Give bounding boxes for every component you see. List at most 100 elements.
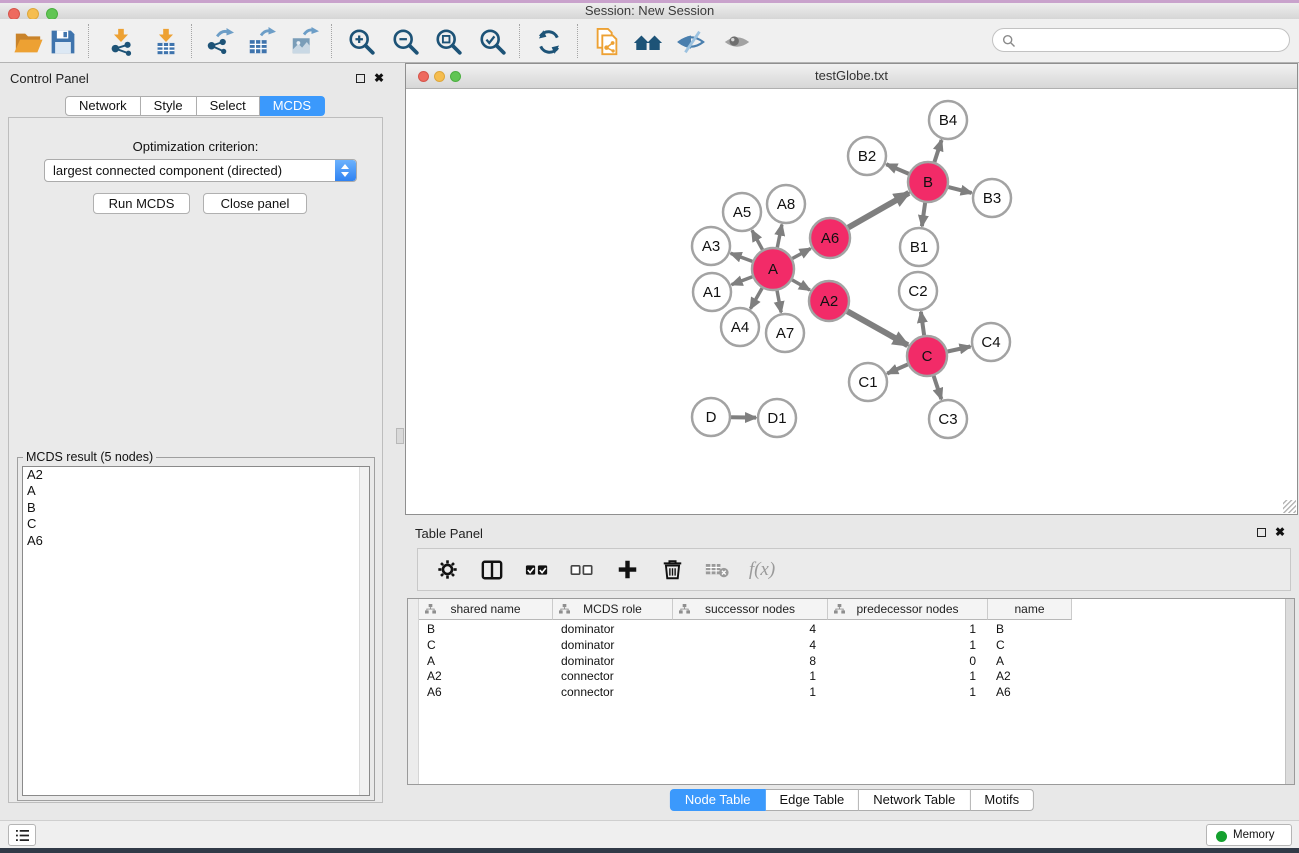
export-table-icon[interactable]: [245, 26, 277, 58]
refresh-layout-icon[interactable]: [533, 26, 565, 58]
search-input[interactable]: [1021, 30, 1281, 50]
edge-B-B2[interactable]: [886, 164, 908, 174]
edge-A-A5[interactable]: [752, 230, 762, 249]
select-all-icon[interactable]: [525, 558, 549, 582]
delete-column-icon[interactable]: [660, 558, 684, 582]
node-C2[interactable]: C2: [899, 272, 937, 310]
node-A5[interactable]: A5: [723, 193, 761, 231]
result-item[interactable]: A: [23, 483, 369, 499]
edge-A-A6[interactable]: [792, 249, 810, 259]
edge-A-A3[interactable]: [731, 253, 753, 261]
node-B3[interactable]: B3: [973, 179, 1011, 217]
column-header-predecessor-nodes[interactable]: predecessor nodes: [828, 599, 988, 620]
edge-A6-B[interactable]: [848, 193, 909, 228]
node-B[interactable]: B: [908, 162, 948, 202]
table-row[interactable]: Adominator80A: [419, 654, 1072, 670]
edge-C-C1[interactable]: [887, 364, 908, 373]
edge-B-B3[interactable]: [948, 187, 971, 193]
node-B1[interactable]: B1: [900, 228, 938, 266]
criterion-dropdown[interactable]: largest connected component (directed): [44, 159, 357, 182]
task-history-button[interactable]: [8, 824, 36, 846]
delete-table-icon[interactable]: [705, 558, 729, 582]
table-row[interactable]: Cdominator41C: [419, 638, 1072, 654]
table-row[interactable]: A2connector11A2: [419, 669, 1072, 685]
network-window-titlebar[interactable]: testGlobe.txt: [406, 64, 1297, 89]
node-C1[interactable]: C1: [849, 363, 887, 401]
edge-A-A2[interactable]: [792, 280, 810, 290]
edge-B-B1[interactable]: [922, 203, 925, 226]
edge-A-A7[interactable]: [777, 291, 781, 313]
function-builder-icon[interactable]: f(x): [750, 558, 774, 582]
tab-style[interactable]: Style: [141, 96, 197, 116]
table-tab-motifs[interactable]: Motifs: [970, 789, 1034, 811]
tab-mcds[interactable]: MCDS: [260, 96, 325, 116]
table-tab-edge-table[interactable]: Edge Table: [765, 789, 859, 811]
edge-A-A8[interactable]: [777, 225, 782, 248]
network-minimize-button[interactable]: [434, 71, 445, 82]
close-panel-button[interactable]: Close panel: [203, 193, 307, 214]
run-mcds-button[interactable]: Run MCDS: [93, 193, 190, 214]
zoom-selected-icon[interactable]: [477, 26, 509, 58]
node-A4[interactable]: A4: [721, 308, 759, 346]
export-image-icon[interactable]: [288, 26, 320, 58]
export-network-icon[interactable]: [203, 26, 235, 58]
float-table-panel-icon[interactable]: [1257, 528, 1266, 537]
node-A1[interactable]: A1: [693, 273, 731, 311]
memory-button[interactable]: Memory: [1206, 824, 1292, 846]
table-row[interactable]: Bdominator41B: [419, 622, 1072, 638]
edge-C-C4[interactable]: [948, 346, 971, 351]
edge-A-A4[interactable]: [750, 288, 762, 309]
window-resize-grip[interactable]: [1283, 500, 1296, 513]
close-table-panel-icon[interactable]: ✖: [1275, 527, 1285, 538]
clone-network-icon[interactable]: [591, 26, 623, 58]
node-A3[interactable]: A3: [692, 227, 730, 265]
column-header-shared-name[interactable]: shared name: [419, 599, 553, 620]
edge-C-C2[interactable]: [921, 312, 924, 335]
result-item[interactable]: B: [23, 500, 369, 516]
node-C[interactable]: C: [907, 336, 947, 376]
tab-network[interactable]: Network: [65, 96, 141, 116]
table-tab-node-table[interactable]: Node Table: [670, 789, 766, 811]
deselect-all-icon[interactable]: [570, 558, 594, 582]
show-column-icon[interactable]: [480, 558, 504, 582]
float-panel-icon[interactable]: [356, 74, 365, 83]
node-C3[interactable]: C3: [929, 400, 967, 438]
show-view-icon[interactable]: [721, 26, 753, 58]
home-view-icon[interactable]: [632, 26, 664, 58]
node-A2[interactable]: A2: [809, 281, 849, 321]
zoom-out-icon[interactable]: [390, 26, 422, 58]
import-network-icon[interactable]: [105, 26, 137, 58]
edge-C-C3[interactable]: [934, 376, 942, 399]
tab-select[interactable]: Select: [197, 96, 260, 116]
add-column-icon[interactable]: [615, 558, 639, 582]
result-item[interactable]: A6: [23, 533, 369, 549]
column-header-name[interactable]: name: [988, 599, 1072, 620]
edge-B-B4[interactable]: [934, 140, 941, 162]
result-item[interactable]: C: [23, 516, 369, 532]
import-table-icon[interactable]: [150, 26, 182, 58]
node-A7[interactable]: A7: [766, 314, 804, 352]
network-close-button[interactable]: [418, 71, 429, 82]
network-maximize-button[interactable]: [450, 71, 461, 82]
table-row[interactable]: A6connector11A6: [419, 685, 1072, 701]
save-session-icon[interactable]: [47, 26, 79, 58]
node-B2[interactable]: B2: [848, 137, 886, 175]
table-settings-icon[interactable]: [435, 558, 459, 582]
node-A[interactable]: A: [752, 248, 794, 290]
close-panel-icon[interactable]: ✖: [374, 73, 384, 84]
edge-A-A1[interactable]: [732, 277, 753, 285]
node-A6[interactable]: A6: [810, 218, 850, 258]
column-header-MCDS-role[interactable]: MCDS role: [553, 599, 673, 620]
node-C4[interactable]: C4: [972, 323, 1010, 361]
node-D1[interactable]: D1: [758, 399, 796, 437]
table-scrollbar[interactable]: [1285, 599, 1294, 784]
table-tab-network-table[interactable]: Network Table: [859, 789, 970, 811]
panel-splitter-handle[interactable]: [396, 428, 404, 444]
network-canvas[interactable]: B4B2BB3A8A5A6A3B1AC2A1A2A4A7C4CC1DC3D1: [406, 89, 1297, 514]
zoom-in-icon[interactable]: [346, 26, 378, 58]
toggle-preview-icon[interactable]: [675, 26, 707, 58]
node-A8[interactable]: A8: [767, 185, 805, 223]
edge-A2-C[interactable]: [847, 311, 908, 345]
node-D[interactable]: D: [692, 398, 730, 436]
column-header-successor-nodes[interactable]: successor nodes: [673, 599, 828, 620]
